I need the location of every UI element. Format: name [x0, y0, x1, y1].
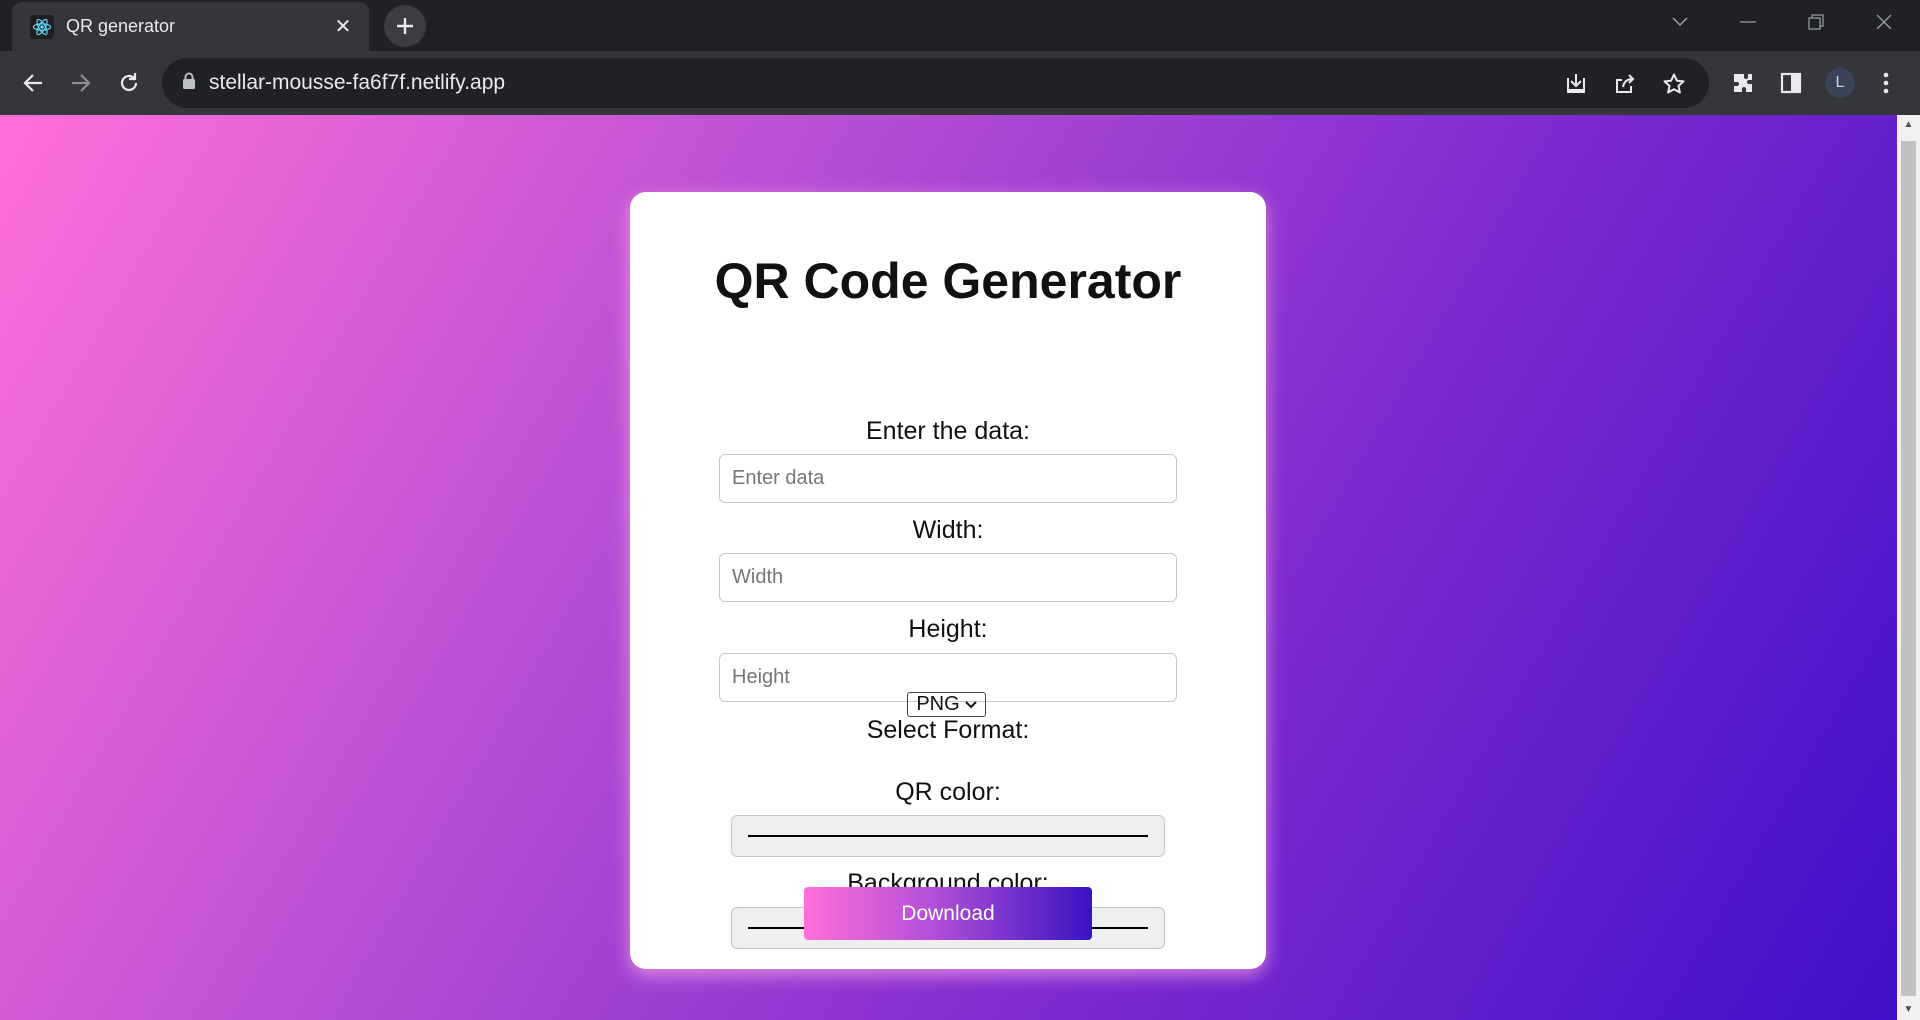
window-close-icon[interactable]: [1850, 0, 1918, 44]
qr-color-picker[interactable]: [731, 815, 1165, 857]
data-label: Enter the data:: [865, 417, 1030, 445]
qr-color-label: QR color:: [895, 778, 1001, 806]
page-scrollbar[interactable]: ▲ ▼: [1897, 115, 1920, 1020]
qr-color-swatch: [748, 835, 1148, 837]
page-title: QR Code Generator: [714, 253, 1182, 309]
share-icon[interactable]: [1611, 70, 1639, 98]
page-background: QR Code Generator Enter the data: Width:…: [0, 115, 1897, 1020]
tab-strip: QR generator ✕: [0, 0, 1920, 51]
scroll-down-icon[interactable]: ▼: [1897, 1000, 1920, 1020]
react-icon: [30, 14, 54, 39]
chevron-down-icon: [964, 700, 977, 708]
download-button[interactable]: Download: [804, 887, 1092, 940]
back-arrow-icon[interactable]: [15, 65, 51, 101]
data-input[interactable]: [719, 454, 1177, 503]
format-select[interactable]: PNG: [907, 692, 986, 717]
url-text: stellar-mousse-fa6f7f.netlify.app: [209, 71, 506, 94]
height-label: Height:: [908, 615, 988, 643]
scrollbar-thumb[interactable]: [1901, 141, 1916, 996]
extensions-icon[interactable]: [1729, 69, 1757, 97]
close-tab-icon[interactable]: ✕: [331, 14, 355, 39]
new-tab-button[interactable]: [384, 5, 426, 47]
minimize-icon[interactable]: [1714, 0, 1782, 44]
menu-dots-icon[interactable]: [1872, 69, 1900, 97]
format-selected-value: PNG: [916, 693, 960, 715]
side-panel-icon[interactable]: [1777, 69, 1805, 97]
address-bar[interactable]: stellar-mousse-fa6f7f.netlify.app: [162, 58, 1709, 108]
tab-title: QR generator: [66, 16, 176, 36]
format-label: Select Format:: [866, 716, 1030, 744]
scroll-up-icon[interactable]: ▲: [1897, 115, 1920, 135]
forward-arrow-icon[interactable]: [63, 65, 99, 101]
lock-icon: [182, 72, 196, 94]
reload-icon[interactable]: [111, 65, 147, 101]
browser-tab[interactable]: QR generator ✕: [12, 2, 369, 51]
width-input[interactable]: [719, 553, 1177, 602]
qr-generator-card: QR Code Generator Enter the data: Width:…: [630, 192, 1266, 969]
restore-icon[interactable]: [1782, 0, 1850, 44]
tab-search-icon[interactable]: [1646, 0, 1714, 44]
width-label: Width:: [912, 516, 984, 544]
bookmark-star-icon[interactable]: [1660, 70, 1688, 98]
profile-avatar[interactable]: L: [1825, 68, 1855, 98]
browser-toolbar: stellar-mousse-fa6f7f.netlify.app L: [0, 51, 1920, 115]
install-app-icon[interactable]: [1562, 70, 1590, 98]
